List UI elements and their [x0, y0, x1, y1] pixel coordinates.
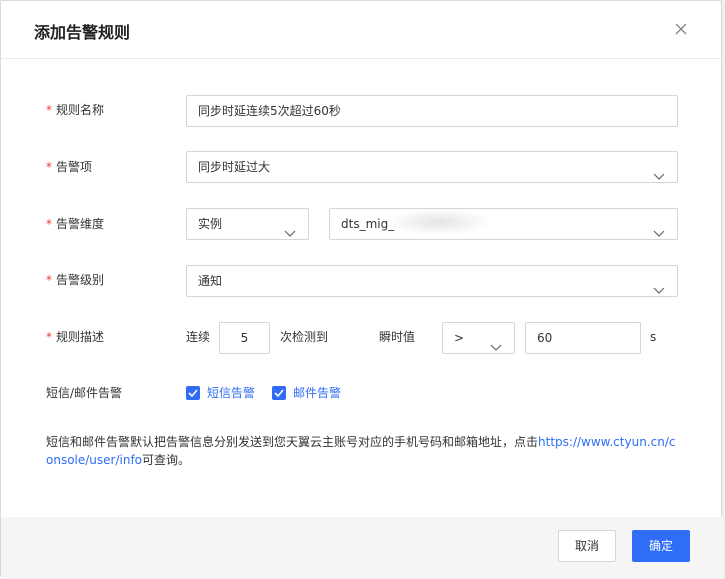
- operator-value: >: [454, 331, 465, 345]
- chevron-down-icon: [490, 333, 502, 351]
- alarm-item-select[interactable]: 同步时延过大: [186, 151, 678, 183]
- required-mark: *: [46, 103, 52, 117]
- notify-note: 短信和邮件告警默认把告警信息分别发送到您天翼云主账号对应的手机号码和邮箱地址，点…: [46, 433, 682, 469]
- required-mark: *: [46, 217, 52, 231]
- close-icon[interactable]: [673, 21, 689, 37]
- sms-checkbox[interactable]: [186, 386, 200, 400]
- dialog-footer: 取消 确定: [1, 517, 723, 578]
- chevron-down-icon: [653, 162, 665, 180]
- chevron-down-icon: [653, 219, 665, 237]
- detect-middle-text: 次检测到: [280, 330, 329, 344]
- sms-checkbox-label[interactable]: 短信告警: [207, 385, 255, 401]
- note-suffix: 可查询。: [142, 453, 191, 467]
- threshold-input[interactable]: 60: [525, 322, 641, 354]
- rule-name-input[interactable]: 同步时延连续5次超过60秒: [186, 95, 678, 127]
- rule-name-label-text: 规则名称: [56, 103, 105, 117]
- alarm-item-label-text: 告警项: [56, 160, 93, 174]
- required-mark: *: [46, 160, 52, 174]
- confirm-button[interactable]: 确定: [632, 530, 690, 562]
- operator-select[interactable]: >: [442, 322, 515, 354]
- email-checkbox-label[interactable]: 邮件告警: [293, 385, 341, 401]
- alarm-item-value: 同步时延过大: [198, 160, 271, 174]
- dialog-header: 添加告警规则: [1, 1, 721, 59]
- instance-select[interactable]: dts_mig_: [329, 208, 678, 240]
- dimension-type-value: 实例: [198, 217, 223, 231]
- alarm-level-label-text: 告警级别: [56, 273, 105, 287]
- rule-desc-label-text: 规则描述: [56, 330, 105, 344]
- instance-value: dts_mig_: [341, 217, 395, 231]
- consecutive-prefix: 连续: [186, 330, 211, 344]
- notify-label: 短信/邮件告警: [46, 386, 123, 400]
- unit-text: s: [650, 330, 657, 344]
- required-mark: *: [46, 330, 52, 344]
- redacted-blur: [389, 209, 489, 235]
- email-checkbox[interactable]: [272, 386, 286, 400]
- alarm-level-label: * 告警级别: [46, 272, 104, 288]
- metric-label: 瞬时值: [379, 330, 416, 344]
- rule-name-label: * 规则名称: [46, 102, 104, 118]
- alarm-dimension-label: * 告警维度: [46, 216, 104, 232]
- chevron-down-icon: [653, 276, 665, 294]
- chevron-down-icon: [284, 219, 296, 237]
- required-mark: *: [46, 273, 52, 287]
- add-alarm-rule-dialog: 添加告警规则 * 规则名称 同步时延连续5次超过60秒 * 告警项 同步时延过大 *…: [0, 0, 723, 578]
- count-input[interactable]: 5: [219, 322, 270, 354]
- dialog-title: 添加告警规则: [34, 23, 131, 42]
- alarm-level-value: 通知: [198, 274, 223, 288]
- alarm-item-label: * 告警项: [46, 159, 92, 175]
- cancel-button[interactable]: 取消: [558, 530, 616, 562]
- alarm-level-select[interactable]: 通知: [186, 265, 678, 297]
- alarm-dimension-label-text: 告警维度: [56, 217, 105, 231]
- note-text: 短信和邮件告警默认把告警信息分别发送到您天翼云主账号对应的手机号码和邮箱地址，点…: [46, 435, 539, 449]
- rule-name-value: 同步时延连续5次超过60秒: [198, 104, 341, 118]
- dimension-type-select[interactable]: 实例: [186, 208, 309, 240]
- count-value: 5: [240, 331, 249, 345]
- threshold-value: 60: [537, 331, 553, 345]
- rule-desc-label: * 规则描述: [46, 329, 104, 345]
